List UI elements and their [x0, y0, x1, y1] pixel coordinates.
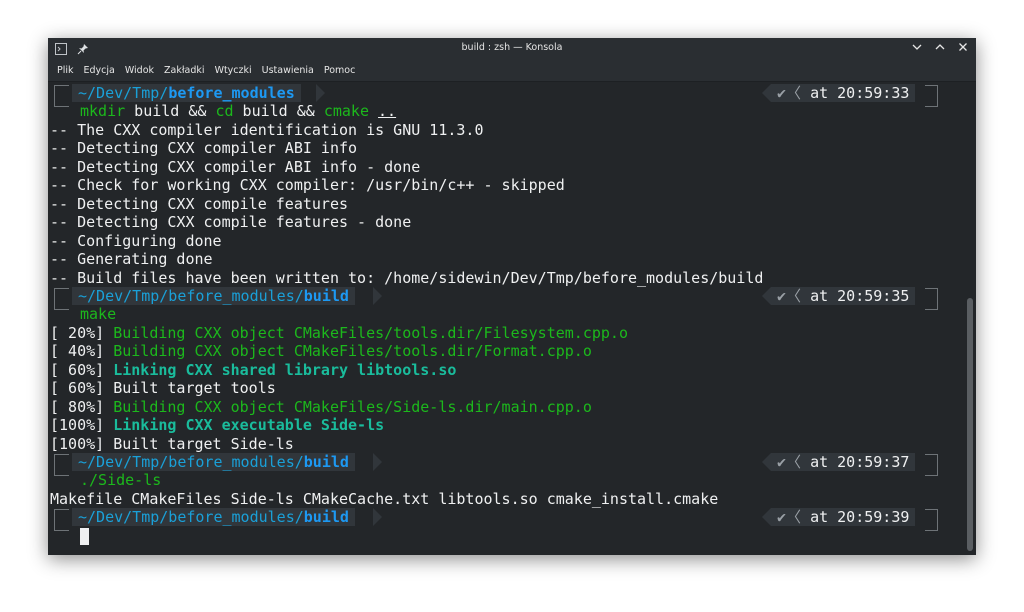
- prompt-arrow: [373, 508, 382, 526]
- make-line: [ 60%] Linking CXX shared library libtoo…: [50, 360, 457, 379]
- prompt-status: ✔〈 at 20:59:39: [771, 508, 916, 526]
- prompt-arrow-left: [762, 84, 771, 102]
- make-line: [ 40%] Building CXX object CMakeFiles/to…: [50, 342, 592, 360]
- output-line: -- Detecting CXX compile features: [50, 194, 349, 213]
- prompt-arrow: [373, 453, 382, 471]
- maximize-icon[interactable]: [933, 40, 947, 54]
- prompt-frame-right: [925, 454, 938, 476]
- menu-wtyczki[interactable]: Wtyczki: [210, 60, 257, 82]
- scrollbar[interactable]: [964, 82, 976, 555]
- prompt-frame-left: [54, 454, 69, 476]
- command-line: ./Side-ls: [80, 471, 162, 489]
- menu-zakladki[interactable]: Zakładki: [159, 60, 210, 82]
- prompt-status: ✔〈 at 20:59:35: [771, 287, 916, 305]
- make-line: [ 80%] Building CXX object CMakeFiles/Si…: [50, 397, 592, 416]
- make-line: [ 20%] Building CXX object CMakeFiles/to…: [50, 323, 628, 342]
- prompt-status: ✔〈 at 20:59:37: [771, 453, 916, 471]
- command-line: make: [80, 305, 117, 323]
- prompt-time: at 20:59:37: [810, 453, 910, 471]
- output-line: -- Detecting CXX compile features - done: [50, 213, 412, 231]
- make-line: [ 60%] Built target tools: [50, 379, 276, 397]
- prompt-path: ~/Dev/Tmp/before_modules/build: [72, 287, 355, 305]
- output-line: -- Detecting CXX compiler ABI info - don…: [50, 157, 421, 176]
- chevron-down-icon[interactable]: [910, 40, 924, 54]
- prompt-frame-right: [925, 85, 938, 107]
- output-line: -- Detecting CXX compiler ABI info: [50, 139, 358, 157]
- prompt-frame-left: [54, 288, 69, 310]
- output-line: -- Generating done: [50, 250, 213, 268]
- konsole-window: build : zsh — Konsola Plik Edycja Widok …: [48, 38, 976, 555]
- terminal-output[interactable]: ~/Dev/Tmp/before_modules ✔〈 at 20:59:33 …: [48, 82, 964, 555]
- text-cursor: [80, 528, 89, 545]
- prompt-frame-right: [925, 288, 938, 310]
- output-line: -- Build files have been written to: /ho…: [50, 268, 764, 287]
- ls-output: Makefile CMakeFiles Side-ls CMakeCache.t…: [50, 489, 719, 508]
- prompt-time: at 20:59:35: [810, 287, 910, 305]
- menu-bar: Plik Edycja Widok Zakładki Wtyczki Ustaw…: [48, 60, 976, 82]
- output-line: -- The CXX compiler identification is GN…: [50, 120, 484, 139]
- command-line: mkdir build && cd build && cmake ..: [80, 102, 397, 120]
- menu-pomoc[interactable]: Pomoc: [319, 60, 361, 82]
- close-icon[interactable]: [956, 40, 970, 54]
- prompt-arrow-left: [762, 287, 771, 305]
- make-line: [100%] Linking CXX executable Side-ls: [50, 416, 385, 434]
- prompt-arrow-left: [762, 508, 771, 526]
- title-bar[interactable]: build : zsh — Konsola: [48, 38, 976, 60]
- make-line: [100%] Built target Side-ls: [50, 434, 294, 453]
- prompt-status: ✔〈 at 20:59:33: [771, 84, 916, 102]
- prompt-arrow: [373, 287, 382, 305]
- check-icon: ✔: [777, 287, 787, 305]
- prompt-time: at 20:59:33: [810, 84, 910, 102]
- prompt-arrow-left: [762, 453, 771, 471]
- prompt-arrow: [316, 84, 325, 102]
- window-title: build : zsh — Konsola: [461, 42, 563, 53]
- prompt-time: at 20:59:39: [810, 508, 910, 526]
- menu-ustawienia[interactable]: Ustawienia: [257, 60, 319, 82]
- menu-edycja[interactable]: Edycja: [79, 60, 120, 82]
- scrollbar-thumb[interactable]: [967, 298, 973, 551]
- prompt-frame-left: [54, 85, 69, 107]
- prompt-path: ~/Dev/Tmp/before_modules/build: [72, 508, 355, 526]
- check-icon: ✔: [777, 453, 787, 471]
- menu-plik[interactable]: Plik: [52, 60, 79, 82]
- check-icon: ✔: [777, 508, 787, 526]
- output-line: -- Configuring done: [50, 231, 222, 250]
- prompt-path: ~/Dev/Tmp/before_modules/build: [72, 453, 355, 471]
- prompt-path: ~/Dev/Tmp/before_modules: [72, 84, 301, 102]
- check-icon: ✔: [777, 84, 787, 102]
- prompt-frame-right: [925, 509, 938, 531]
- output-line: -- Check for working CXX compiler: /usr/…: [50, 176, 565, 194]
- menu-widok[interactable]: Widok: [120, 60, 159, 82]
- prompt-frame-left: [54, 509, 69, 531]
